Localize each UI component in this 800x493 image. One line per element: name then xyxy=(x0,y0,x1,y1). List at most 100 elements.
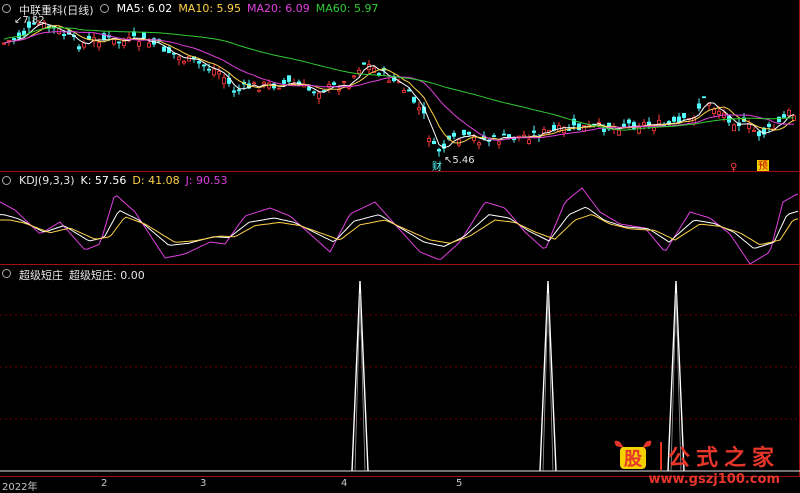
candle-body xyxy=(286,75,291,82)
candle-body xyxy=(712,108,717,114)
candle-body xyxy=(747,123,752,129)
gear-icon[interactable] xyxy=(2,269,11,278)
event-mark-cai: 财 xyxy=(432,160,442,172)
candle-body xyxy=(466,131,471,135)
candle-body xyxy=(306,86,311,91)
watermark-name: 公式之家 xyxy=(667,445,780,471)
candle-body xyxy=(677,116,682,123)
candle-body xyxy=(136,41,141,47)
candle-body xyxy=(517,135,522,138)
candle-body xyxy=(406,89,411,92)
candle-body xyxy=(476,142,481,146)
candle-body xyxy=(672,116,677,122)
candle-body xyxy=(316,92,321,99)
kdj-title: KDJ(9,3,3) xyxy=(19,174,75,187)
date-tick: 3 xyxy=(200,478,207,489)
candle-body xyxy=(161,46,166,52)
candle-body xyxy=(702,96,707,99)
candle-body xyxy=(341,81,346,83)
candle-body xyxy=(176,56,181,61)
candle-body xyxy=(261,81,266,85)
candle-body xyxy=(276,87,281,90)
gear-icon[interactable] xyxy=(99,4,109,13)
candle-body xyxy=(356,69,361,74)
candle-body xyxy=(767,123,772,127)
signal-title: 超级短庄 xyxy=(19,269,63,282)
candle-body xyxy=(181,60,186,64)
candle-body xyxy=(141,31,146,39)
candle-body xyxy=(451,132,456,137)
candle-body xyxy=(597,121,602,124)
candle-body xyxy=(281,80,286,84)
candle-body xyxy=(196,61,201,64)
candle-body xyxy=(77,46,82,50)
watermark-logo-icon: 股 xyxy=(612,438,654,474)
signal-spike-inner xyxy=(542,292,554,472)
ma5-label: MA5: 6.02 xyxy=(116,2,173,15)
signal-spike xyxy=(539,280,557,472)
gear-icon[interactable] xyxy=(2,176,11,185)
candle-body xyxy=(146,42,151,48)
candle-body xyxy=(782,114,787,118)
signal-spike xyxy=(351,280,369,472)
candle-body xyxy=(622,123,627,128)
candle-body xyxy=(236,89,241,92)
candle-body xyxy=(787,109,792,117)
candle-body xyxy=(401,89,406,93)
ma20-label: MA20: 6.09 xyxy=(247,2,310,15)
candle-body xyxy=(652,127,657,132)
candle-body xyxy=(461,129,466,136)
event-mark-yu: 预 xyxy=(758,160,768,172)
candle-body xyxy=(491,135,496,138)
candle-body xyxy=(206,68,211,71)
candle-body xyxy=(221,77,226,85)
candle-body xyxy=(201,64,206,67)
candle-body xyxy=(361,62,366,65)
watermark: 股 公式之家 www.gszj100.com xyxy=(612,438,780,487)
candle-body xyxy=(642,122,647,126)
candle-body xyxy=(256,89,261,92)
candle-body xyxy=(436,149,441,152)
candle-body xyxy=(426,138,431,143)
watermark-divider xyxy=(659,442,662,470)
svg-text:股: 股 xyxy=(623,449,643,470)
candle-body xyxy=(431,141,436,145)
signal-value-label: 超级短庄: 0.00 xyxy=(69,269,145,282)
candle-body xyxy=(351,75,356,78)
date-tick: 2 xyxy=(101,478,108,489)
candle-body xyxy=(777,116,782,123)
date-tick: 4 xyxy=(341,478,348,489)
candle-body xyxy=(122,40,127,47)
low-price-marker: ↖5.46 xyxy=(444,155,475,166)
candle-body xyxy=(657,119,662,125)
main-legend: 中联重科(日线) MA5: 6.02 MA10: 5.95 MA20: 6.09… xyxy=(2,2,378,18)
candle-body xyxy=(211,68,216,76)
kdj-d-label: D: 41.08 xyxy=(132,174,180,187)
kdj-j-label: J: 90.53 xyxy=(185,174,228,187)
candle-body xyxy=(62,34,67,37)
ma60-label: MA60: 5.97 xyxy=(315,2,379,15)
candle-body xyxy=(411,96,416,103)
event-mark-fu: ♀ xyxy=(730,162,737,172)
candle-body xyxy=(231,90,236,93)
kdj-panel[interactable]: KDJ(9,3,3) K: 57.56 D: 41.08 J: 90.53 xyxy=(0,172,800,265)
candle-body xyxy=(331,82,336,85)
candle-body xyxy=(757,131,762,137)
candle-body xyxy=(732,124,737,132)
candle-body xyxy=(216,71,221,75)
candle-body xyxy=(82,42,87,48)
signal-spike-inner xyxy=(354,292,366,472)
candle-body xyxy=(11,38,16,40)
main-chart-panel[interactable]: 中联重科(日线) MA5: 6.02 MA10: 5.95 MA20: 6.09… xyxy=(0,0,800,172)
candlestick-chart[interactable]: ↙7.82↖5.46财 ♀ 预 xyxy=(0,0,800,172)
candle-body xyxy=(251,82,256,85)
candle-body xyxy=(97,42,102,48)
gear-icon[interactable] xyxy=(2,4,11,13)
candle-body xyxy=(752,130,757,132)
candle-body xyxy=(496,141,501,145)
candle-body xyxy=(527,139,532,144)
candle-body xyxy=(602,128,607,132)
candle-body xyxy=(717,111,722,115)
candle-body xyxy=(682,113,687,118)
candle-body xyxy=(386,80,391,83)
